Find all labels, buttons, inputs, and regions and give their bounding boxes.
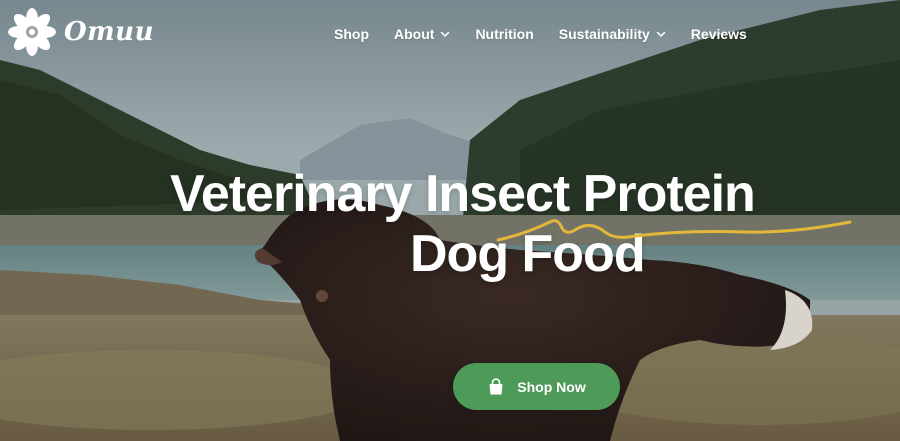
shop-now-button[interactable]: Shop Now: [453, 363, 620, 410]
chevron-down-icon: [441, 31, 450, 37]
chevron-down-icon: [656, 31, 666, 37]
nav-item-label: Shop: [334, 26, 369, 42]
squiggle-underline-decoration: [496, 219, 852, 242]
nav-item-label: Reviews: [690, 26, 747, 42]
nav-item-sustainability[interactable]: Sustainability: [559, 26, 666, 42]
nav-item-shop[interactable]: Shop: [334, 26, 369, 42]
nav-item-label: Sustainability: [558, 26, 650, 42]
nav-item-label: Nutrition: [475, 26, 534, 42]
site-header: Omuu Shop About Nutrition Sustainability…: [0, 0, 900, 70]
nav-item-label: About: [394, 26, 435, 42]
brand-name: Omuu: [64, 17, 154, 47]
flower-logo-icon: [8, 8, 56, 56]
shop-now-label: Shop Now: [517, 378, 586, 395]
nav-item-reviews[interactable]: Reviews: [691, 26, 747, 42]
nav-item-about[interactable]: About: [394, 26, 450, 42]
brand-logo[interactable]: Omuu: [6, 6, 154, 58]
main-navigation: Shop About Nutrition Sustainability Revi…: [334, 22, 772, 46]
shopping-bag-icon: [489, 377, 503, 394]
nav-item-nutrition[interactable]: Nutrition: [475, 26, 533, 42]
